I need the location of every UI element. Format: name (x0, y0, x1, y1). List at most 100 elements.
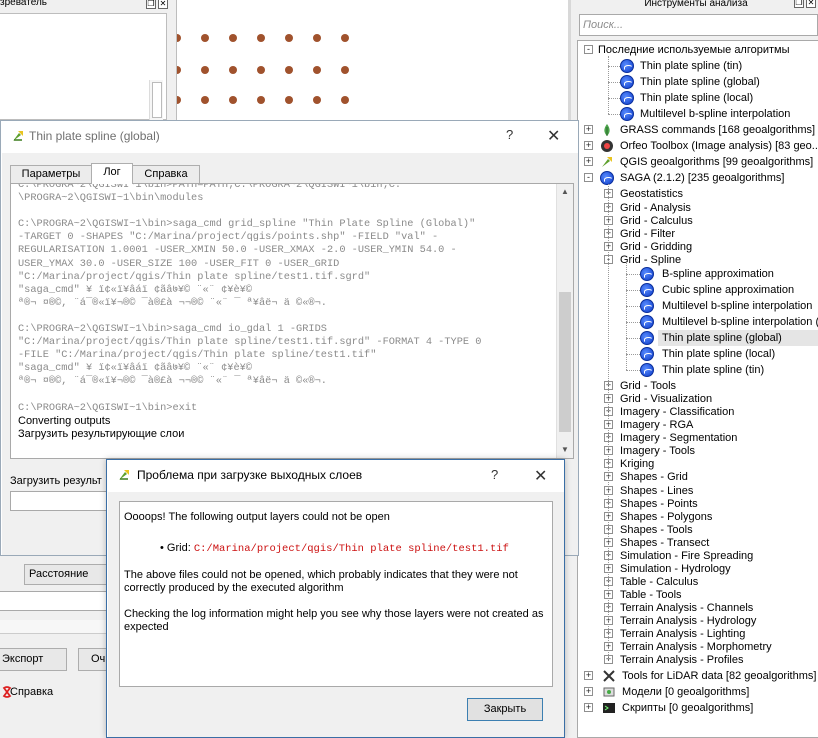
log-line: ª®¬ ­¤®©, ¨á¯®«­ï¥¬®© ¯à®£à ¬¬®© ¨«¨ ¯ ª… (18, 296, 327, 309)
error-line-4a: Checking the log information might help … (124, 608, 544, 620)
grid-path: C:/Marina/project/qgis/Thin plate spline… (193, 543, 509, 555)
log-output[interactable]: C:\PROGRA~2\QGISWI~1\bin>PATH=PATH;C:\PR… (10, 183, 574, 459)
tree-recent-item[interactable]: Thin plate spline (tin) (578, 58, 818, 74)
map-point (313, 66, 321, 74)
error-line-1: Oooops! The following output layers coul… (124, 511, 390, 523)
tab-help[interactable]: Справка (132, 165, 200, 183)
tree-recent-item[interactable]: Thin plate spline (global) (578, 74, 818, 90)
tree-provider[interactable]: QGIS geoalgorithms [99 geoalgorithms] (578, 154, 818, 170)
tree-algorithm-label: Cubic spline approximation (662, 283, 795, 296)
log-line: -FILE "C:/Marina/project/qgis/Thin plate… (18, 349, 377, 362)
tree-provider-saga[interactable]: SAGA (2.1.2) [235 geoalgorithms] (578, 170, 818, 186)
toolbox-search-input[interactable]: Поиск... (579, 14, 818, 36)
tree-group[interactable]: Terrain Analysis - Profiles (578, 652, 818, 668)
toolbox-title: Инструменты анализа ❐ ✕ (574, 0, 818, 14)
tree-provider[interactable]: Модели [0 geoalgorithms] (578, 684, 818, 700)
tree-line (626, 337, 640, 339)
map-point (173, 34, 181, 42)
tree-algorithm[interactable]: Thin plate spline (tin) (578, 362, 818, 378)
tree-algorithm[interactable]: Multilevel b-spline interpolation ( (578, 314, 818, 330)
log-scrollbar[interactable]: ▲ ▼ (556, 184, 573, 458)
load-layers-label: Загрузить результ (10, 475, 102, 487)
browser-dock-title: зреватель ❐ ✕ (0, 0, 168, 12)
dialog-titlebar[interactable]: Thin plate spline (global) ? ✕ (1, 121, 578, 153)
tree-provider[interactable]: Orfeo Toolbox (Image analysis) [83 geo..… (578, 138, 818, 154)
tree-algorithm[interactable]: Cubic spline approximation (578, 282, 818, 298)
clear-button[interactable]: Оч (78, 648, 108, 671)
tree-algorithm[interactable]: Thin plate spline (local) (578, 346, 818, 362)
grid-label: Grid: (166, 542, 191, 554)
distance-button[interactable]: Расстояние (24, 564, 109, 585)
error-dialog-titlebar[interactable]: Проблема при загрузке выходных слоев ? ✕ (107, 460, 564, 492)
map-point (201, 96, 209, 104)
browser-dock-title-text: зреватель (0, 0, 47, 8)
map-point (341, 96, 349, 104)
export-button[interactable]: Экспорт (0, 648, 67, 671)
close-dialog-button[interactable]: Закрыть (467, 698, 543, 721)
log-line: "saga_cmd" ¥ ï¢«ï¥âáï ¢­ãâ७­¥© ¨«¨ ¢­¥è­… (18, 362, 252, 375)
tree-provider-label: GRASS commands [168 geoalgorithms] (620, 124, 816, 137)
load-layers-field[interactable] (10, 491, 120, 511)
map-point (313, 96, 321, 104)
float-icon[interactable]: ❐ (794, 0, 804, 8)
log-line: "saga_cmd" ¥ ï¢«ï¥âáï ¢­ãâ७­¥© ¨«¨ ¢­¥è­… (18, 283, 252, 296)
error-dialog-body: Oooops! The following output layers coul… (108, 492, 564, 737)
qgis-icon (119, 470, 129, 480)
map-point (173, 96, 181, 104)
text-field[interactable] (0, 591, 108, 611)
tree-algorithm[interactable]: B-spline approximation (578, 266, 818, 282)
map-point (257, 96, 265, 104)
help-button[interactable]: ? (491, 467, 498, 482)
log-line: "C:/Marina/project/qgis/Thin plate splin… (18, 336, 482, 349)
error-line-4b: expected (124, 621, 169, 633)
log-line: REGULARISATION 1.0001 -USER_XMIN 50.0 -U… (18, 244, 457, 257)
tree-recent-group[interactable]: Последние используемые алгоритмы (578, 42, 818, 58)
error-message-box[interactable]: Oooops! The following output layers coul… (119, 501, 553, 687)
map-canvas[interactable] (173, 0, 569, 122)
error-grid-item: • Grid: C:/Marina/project/qgis/Thin plat… (160, 542, 509, 555)
map-point (201, 66, 209, 74)
close-icon[interactable]: ✕ (806, 0, 816, 8)
tab-log[interactable]: Лог (91, 163, 133, 184)
tree-group-label: Terrain Analysis - Profiles (620, 654, 744, 667)
error-dialog-title: Проблема при загрузке выходных слоев (137, 468, 363, 482)
help-link[interactable]: Справка (0, 682, 108, 702)
tree-provider[interactable]: Tools for LiDAR data [82 geoalgorithms] (578, 668, 818, 684)
tree-recent-item[interactable]: Thin plate spline (local) (578, 90, 818, 106)
log-scroll-thumb[interactable] (559, 292, 571, 432)
map-scrollbar[interactable] (568, 0, 571, 122)
scroll-up-icon[interactable]: ▲ (559, 186, 571, 198)
map-point (313, 34, 321, 42)
tree-algorithm-label: Thin plate spline (tin) (662, 364, 765, 377)
map-point (229, 96, 237, 104)
scroll-area[interactable] (0, 620, 108, 634)
tab-parameters[interactable]: Параметры (10, 165, 92, 183)
dialog-title: Thin plate spline (global) (29, 129, 160, 143)
log-line: C:\PROGRA~2\QGISWI~1\bin>PATH=PATH;C:\PR… (18, 183, 402, 191)
log-status-line: Converting outputs (18, 414, 111, 427)
close-button[interactable]: ✕ (547, 126, 560, 146)
float-icon[interactable]: ❐ (146, 0, 156, 9)
search-placeholder: Поиск... (583, 19, 624, 31)
close-icon[interactable]: ✕ (158, 0, 168, 9)
error-line-3b: correctly produced by the executed algor… (124, 582, 344, 594)
tree-line (608, 56, 609, 115)
tree-provider[interactable]: Скрипты [0 geoalgorithms] (578, 700, 818, 716)
browser-tree[interactable] (0, 13, 167, 120)
close-button[interactable]: ✕ (534, 466, 547, 486)
browser-scroll-thumb[interactable] (152, 82, 162, 118)
tree-algorithm[interactable]: Multilevel b-spline interpolation (578, 298, 818, 314)
help-button[interactable]: ? (506, 127, 513, 142)
log-status-line: Загрузить результирующие слои (18, 427, 185, 440)
tree-algorithm[interactable]: Thin plate spline (global) (658, 329, 818, 346)
algorithm-tree[interactable]: - Последние используемые алгоритмы Thin pl… (577, 40, 818, 738)
map-points (173, 34, 349, 104)
tree-provider[interactable]: GRASS commands [168 geoalgorithms] (578, 122, 818, 138)
browser-scrollbar[interactable] (149, 80, 163, 120)
map-point (257, 34, 265, 42)
tree-recent-item[interactable]: Multilevel b-spline interpolation (578, 106, 818, 122)
tree-provider-label: QGIS geoalgorithms [99 geoalgorithms] (620, 156, 814, 169)
scroll-down-icon[interactable]: ▼ (559, 444, 571, 456)
tree-recent-group-label: Последние используемые алгоритмы (598, 44, 790, 56)
